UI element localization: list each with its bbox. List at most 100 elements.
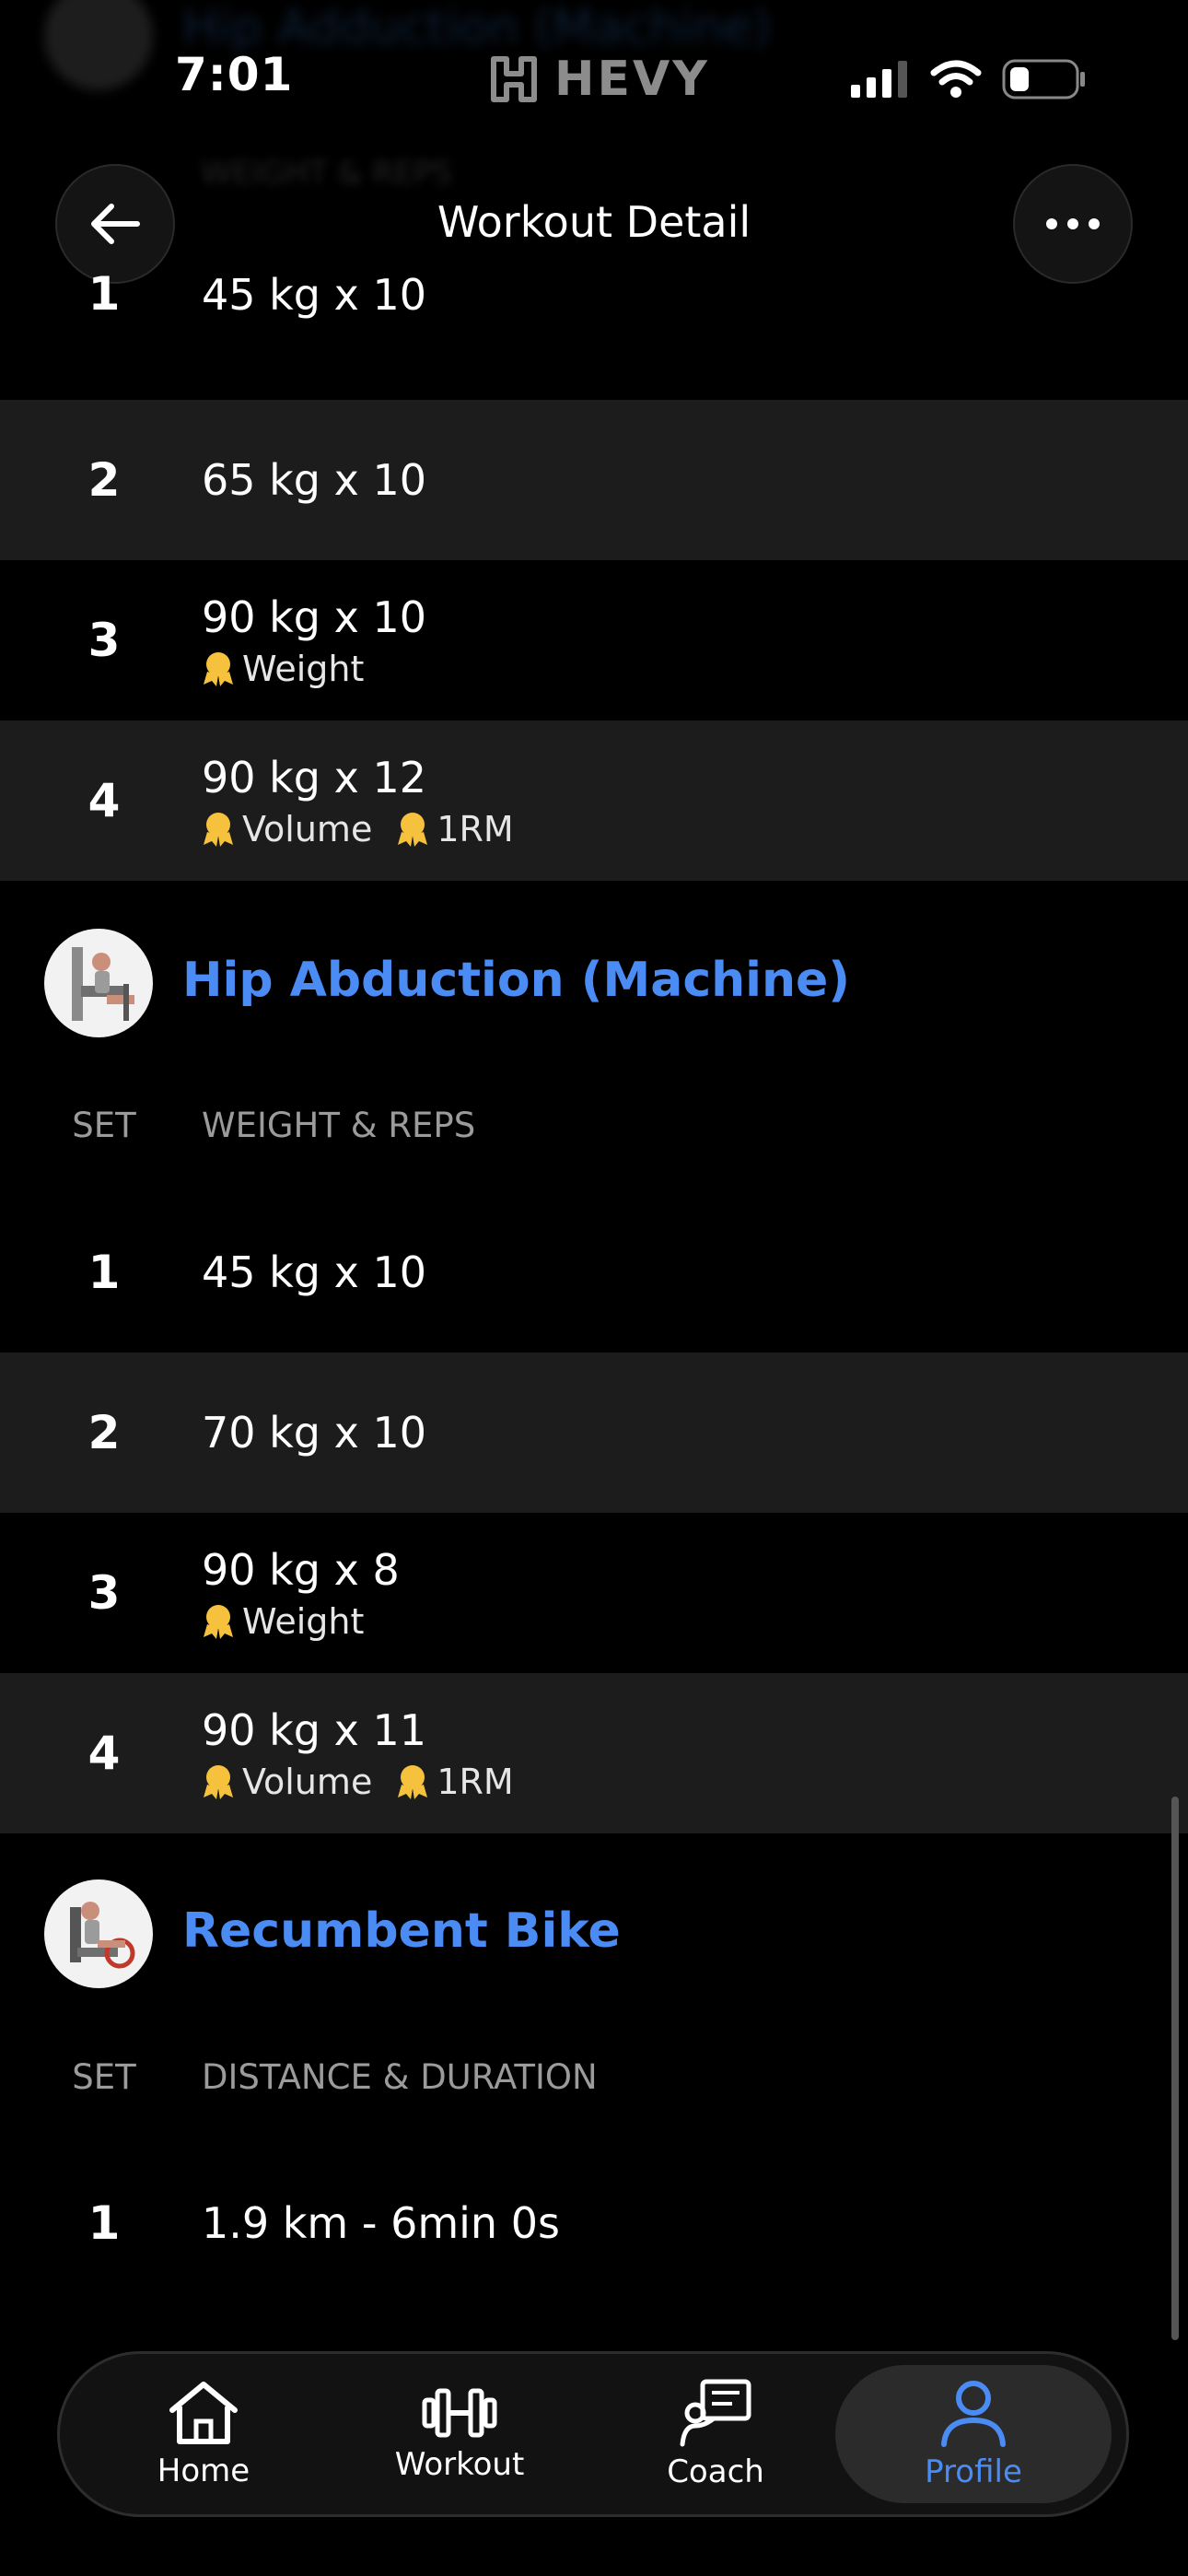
page-title: Workout Detail: [437, 197, 751, 247]
set-value: 45 kg x 10: [202, 270, 426, 320]
set-number: 4: [87, 774, 121, 827]
record-badges: Volume 1RM: [202, 809, 514, 849]
pr-badge-label: 1RM: [437, 1762, 514, 1802]
status-icons: [851, 59, 1087, 100]
set-number: 2: [87, 1406, 121, 1459]
set-row: 4 90 kg x 11 Volume 1RM: [0, 1673, 1188, 1833]
tab-home-label: Home: [157, 2453, 250, 2489]
set-value: 65 kg x 10: [202, 455, 426, 505]
medal-icon: [204, 652, 233, 686]
set-main: 90 kg x 10 Weight: [202, 591, 426, 689]
set-row: 1 1.9 km - 6min 0s: [0, 2143, 1188, 2303]
hevy-logo: HEVY: [486, 52, 710, 107]
sets-column-header: SET WEIGHT & REPS: [0, 1106, 1188, 1161]
profile-icon: [941, 2381, 1006, 2447]
hevy-logo-icon: [491, 56, 537, 102]
wifi-icon: [930, 60, 982, 98]
set-number: 1: [87, 2196, 121, 2250]
set-row: 2 65 kg x 10: [0, 400, 1188, 560]
pr-badge-label: Weight: [242, 1601, 365, 1642]
bike-illustration-icon: [70, 1902, 135, 1969]
set-number: 1: [87, 1246, 121, 1299]
sets-column-header: SET DISTANCE & DURATION: [0, 2057, 1188, 2113]
pr-badge: Weight: [202, 649, 364, 689]
exercise-header[interactable]: Hip Abduction (Machine): [0, 914, 1188, 1052]
exercise-name-link[interactable]: Recumbent Bike: [182, 1903, 621, 1959]
set-row: 3 90 kg x 10 Weight: [0, 560, 1188, 720]
set-number: 3: [87, 1566, 121, 1620]
pr-badge: Volume: [202, 1762, 372, 1802]
record-badges: Weight: [202, 1601, 400, 1642]
exercise-name-link[interactable]: Hip Abduction (Machine): [182, 953, 850, 1008]
set-value: 90 kg x 11: [202, 1705, 426, 1755]
status-time: 7:01: [175, 48, 294, 101]
exercise-thumbnail[interactable]: [44, 1879, 153, 1988]
set-row: 1 45 kg x 10: [0, 1192, 1188, 1352]
dumbbell-icon: [422, 2388, 497, 2438]
set-value: 90 kg x 8: [202, 1545, 400, 1595]
bottom-tab-bar: Home Workout Coach Profile: [57, 2351, 1129, 2517]
set-main: 65 kg x 10: [202, 454, 426, 506]
tab-profile-label: Profile: [925, 2453, 1022, 2490]
distance-duration-column-label: DISTANCE & DURATION: [202, 2057, 598, 2097]
coach-icon: [680, 2379, 751, 2447]
record-badges: Volume 1RM: [202, 1762, 514, 1802]
exercise-header[interactable]: Recumbent Bike: [0, 1865, 1188, 2003]
machine-illustration-icon: [72, 947, 134, 1021]
pr-badge: 1RM: [396, 809, 514, 849]
ghost-exercise-title: Hip Adduction (Machine): [182, 0, 772, 55]
signal-icon: [851, 61, 907, 98]
medal-icon: [204, 1765, 233, 1799]
medal-icon: [204, 813, 233, 847]
set-main: 1.9 km - 6min 0s: [202, 2197, 560, 2249]
scrollbar[interactable]: [1171, 1797, 1179, 2340]
tab-coach[interactable]: Coach: [577, 2365, 854, 2503]
pr-badge-label: Volume: [242, 809, 373, 849]
set-main: 45 kg x 10: [202, 269, 426, 321]
tab-coach-label: Coach: [667, 2453, 764, 2490]
record-badges: Weight: [202, 649, 426, 689]
set-value: 1.9 km - 6min 0s: [202, 2198, 560, 2248]
exercise-thumbnail[interactable]: [44, 929, 153, 1037]
home-icon: [169, 2382, 238, 2444]
set-value: 90 kg x 10: [202, 592, 426, 642]
pr-badge-label: Weight: [242, 649, 365, 689]
set-row: 2 70 kg x 10: [0, 1352, 1188, 1513]
pr-badge-label: 1RM: [437, 809, 514, 849]
set-row: 4 90 kg x 12 Volume 1RM: [0, 720, 1188, 881]
set-row: 1 45 kg x 10: [0, 241, 1188, 400]
set-column-label: SET: [72, 1106, 136, 1145]
pr-badge: Weight: [202, 1601, 364, 1642]
tab-profile[interactable]: Profile: [835, 2365, 1112, 2503]
set-number: 2: [87, 453, 121, 507]
tab-workout-label: Workout: [394, 2446, 525, 2483]
set-main: 90 kg x 11 Volume 1RM: [202, 1704, 514, 1802]
set-number: 4: [87, 1727, 121, 1780]
medal-icon: [204, 1605, 233, 1639]
set-main: 45 kg x 10: [202, 1247, 426, 1298]
medal-icon: [398, 813, 428, 847]
weight-reps-column-label: WEIGHT & REPS: [202, 1106, 476, 1145]
ghost-exercise-thumbnail: [44, 0, 153, 90]
set-main: 70 kg x 10: [202, 1407, 426, 1458]
pr-badge: Volume: [202, 809, 372, 849]
battery-icon: [1002, 59, 1085, 100]
more-dots-icon: [1046, 218, 1100, 229]
medal-icon: [398, 1765, 428, 1799]
tab-workout[interactable]: Workout: [321, 2365, 598, 2503]
set-value: 90 kg x 12: [202, 753, 426, 802]
hevy-logo-text: HEVY: [554, 52, 710, 107]
set-row: 3 90 kg x 8 Weight: [0, 1513, 1188, 1673]
tab-home[interactable]: Home: [65, 2365, 342, 2503]
set-number: 1: [87, 267, 121, 321]
set-main: 90 kg x 12 Volume 1RM: [202, 752, 514, 849]
set-value: 70 kg x 10: [202, 1408, 426, 1458]
pr-badge: 1RM: [396, 1762, 514, 1802]
set-value: 45 kg x 10: [202, 1247, 426, 1297]
ghost-column-header: WEIGHT & REPS: [201, 155, 453, 192]
status-bar: Hip Adduction (Machine) 7:01 HEVY: [0, 0, 1188, 157]
pr-badge-label: Volume: [242, 1762, 373, 1802]
set-column-label: SET: [72, 2057, 136, 2097]
set-main: 90 kg x 8 Weight: [202, 1544, 400, 1642]
set-number: 3: [87, 614, 121, 667]
